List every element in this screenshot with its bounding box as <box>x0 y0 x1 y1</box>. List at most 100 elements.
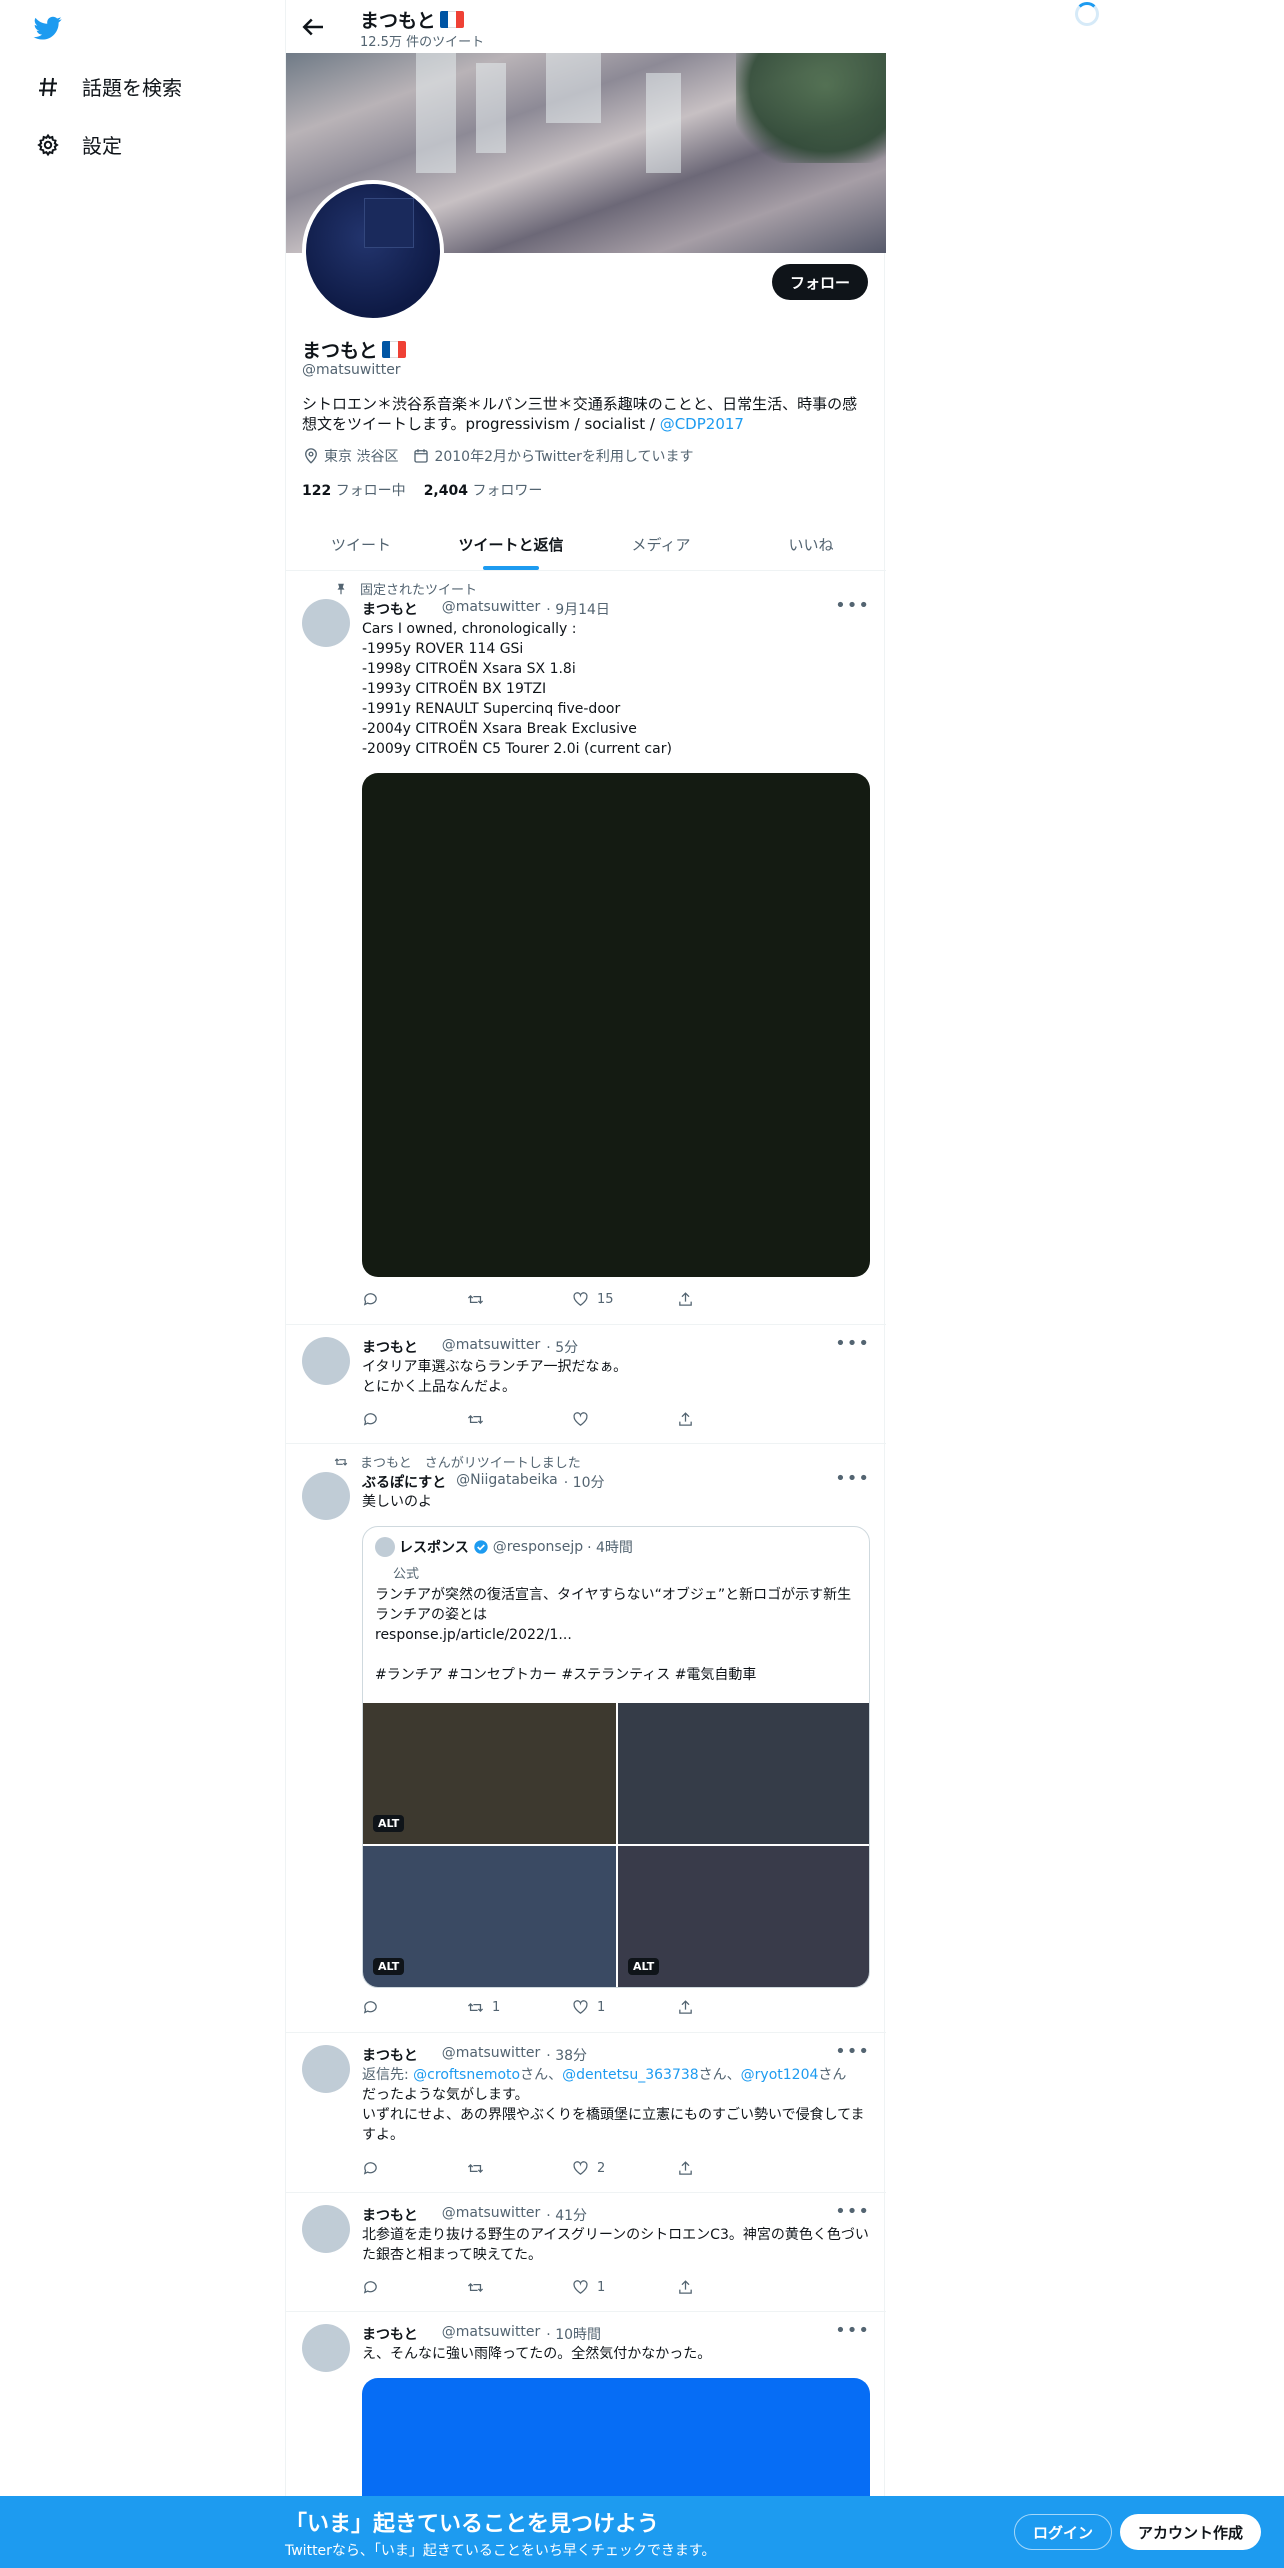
tweet[interactable]: 固定されたツイート まつもと @matsuwitter · 9月14日 ••• … <box>286 571 886 1325</box>
nav-explore[interactable]: 話題を検索 <box>36 72 182 101</box>
signup-banner: 「いま」起きていることを見つけよう Twitterなら、「いま」起きていることを… <box>0 2496 1284 2568</box>
tweet-time[interactable]: · 5分 <box>546 1337 578 1357</box>
media-image[interactable]: ALT <box>618 1846 869 1987</box>
tab-tweets[interactable]: ツイート <box>286 518 436 570</box>
quote-tweet[interactable]: レスポンス @responsejp · 4時間 公式 ランチアが突然の復活宣言、… <box>362 1526 870 1988</box>
tweet-time[interactable]: · 9月14日 <box>546 599 610 619</box>
profile-avatar[interactable] <box>302 180 444 322</box>
back-arrow-icon[interactable] <box>298 12 328 42</box>
loading-spinner-icon <box>1075 2 1099 26</box>
following-link[interactable]: 122 フォロー中 <box>302 480 406 500</box>
nav-settings[interactable]: 設定 <box>36 130 122 159</box>
author-handle[interactable]: @matsuwitter <box>442 599 541 619</box>
tweet-time[interactable]: · 38分 <box>546 2045 587 2065</box>
tweet-time[interactable]: · 10分 <box>564 1472 605 1492</box>
alt-badge[interactable]: ALT <box>628 1958 660 1975</box>
more-icon[interactable]: ••• <box>835 2320 870 2341</box>
reply-button[interactable] <box>362 2160 467 2177</box>
tweet[interactable]: まつもと @matsuwitter · 5分 ••• イタリア車選ぶならランチア… <box>286 1325 886 1444</box>
retweet-button[interactable] <box>467 2279 572 2296</box>
reply-mention-link[interactable]: @dentetsu_363738 <box>562 2067 699 2083</box>
pin-icon <box>337 583 345 594</box>
alt-badge[interactable]: ALT <box>373 1815 405 1832</box>
heart-icon <box>573 1412 588 1426</box>
tweet-time[interactable]: · 10時間 <box>546 2324 601 2344</box>
profile-stats: 122 フォロー中 2,404 フォロワー <box>302 480 542 500</box>
login-button[interactable]: ログイン <box>1014 2514 1113 2550</box>
more-icon[interactable]: ••• <box>835 2041 870 2062</box>
join-date: 2010年2月からTwitterを利用しています <box>412 446 694 466</box>
tweet-actions <box>362 1411 782 1428</box>
context-text[interactable]: まつもと さんがリツイートしました <box>360 1452 581 1471</box>
author-handle[interactable]: @matsuwitter <box>442 2324 541 2344</box>
author-handle[interactable]: @Niigatabeika <box>456 1472 558 1492</box>
heart-icon <box>573 2280 588 2294</box>
more-icon[interactable]: ••• <box>835 595 870 616</box>
tab-likes[interactable]: いいね <box>736 518 886 570</box>
tweet[interactable]: まつもと @matsuwitter · 41分 ••• 北参道を走り抜ける野生の… <box>286 2193 886 2312</box>
more-icon[interactable]: ••• <box>835 1333 870 1354</box>
author-name[interactable]: まつもと <box>362 2324 418 2344</box>
more-icon[interactable]: ••• <box>835 2201 870 2222</box>
avatar[interactable] <box>302 2324 350 2372</box>
tweet-time[interactable]: · 41分 <box>546 2205 587 2225</box>
retweet-button[interactable] <box>467 1411 572 1428</box>
profile-column: まつもと 12.5万 件のツイート フォロー まつもと @matsuwitter… <box>285 0 886 2568</box>
avatar[interactable] <box>302 2205 350 2253</box>
signup-button[interactable]: アカウント作成 <box>1120 2514 1262 2550</box>
like-button[interactable]: 15 <box>572 1291 677 1308</box>
followers-link[interactable]: 2,404 フォロワー <box>424 480 543 500</box>
avatar[interactable] <box>302 2045 350 2093</box>
retweet-button[interactable] <box>467 1291 572 1308</box>
author-handle[interactable]: @matsuwitter <box>442 1337 541 1357</box>
like-button[interactable] <box>572 1411 677 1428</box>
share-button[interactable] <box>677 1999 782 2016</box>
verified-badge-icon <box>474 1540 488 1554</box>
tweet[interactable]: まつもと さんがリツイートしました ぶるぽにすと @Niigatabeika ·… <box>286 1444 886 2033</box>
reply-button[interactable] <box>362 1999 467 2016</box>
media-image[interactable] <box>618 1703 869 1844</box>
twitter-logo-icon[interactable] <box>32 14 64 42</box>
avatar[interactable] <box>302 1337 350 1385</box>
author-name[interactable]: ぶるぽにすと <box>362 1472 446 1492</box>
author-name[interactable]: まつもと <box>362 2205 418 2225</box>
retweet-context: まつもと さんがリツイートしました <box>334 1452 581 1471</box>
share-button[interactable] <box>677 2279 782 2296</box>
like-button[interactable]: 1 <box>572 1999 677 2016</box>
author-name[interactable]: まつもと <box>362 2045 418 2065</box>
like-count: 2 <box>597 2161 606 2176</box>
follow-button[interactable]: フォロー <box>771 264 868 300</box>
reply-mention-link[interactable]: @croftsnemoto <box>413 2067 520 2083</box>
reply-mention-link[interactable]: @ryot1204 <box>741 2067 819 2083</box>
avatar[interactable] <box>302 599 350 647</box>
reply-button[interactable] <box>362 1411 467 1428</box>
reply-suffix: さん <box>818 2067 847 2083</box>
reply-prefix: 返信先: <box>362 2067 414 2083</box>
author-handle[interactable]: @matsuwitter <box>442 2205 541 2225</box>
retweet-button[interactable]: 1 <box>467 1999 572 2016</box>
more-icon[interactable]: ••• <box>835 1468 870 1489</box>
avatar[interactable] <box>302 1472 350 1520</box>
media-image[interactable]: ALT <box>363 1703 616 1844</box>
share-button[interactable] <box>677 2160 782 2177</box>
tab-tweets-and-replies[interactable]: ツイートと返信 <box>436 518 586 570</box>
tab-media[interactable]: メディア <box>586 518 736 570</box>
media-image[interactable]: ALT <box>363 1846 616 1987</box>
reply-icon <box>363 2281 377 2294</box>
tweet-media[interactable] <box>362 773 870 1277</box>
like-button[interactable]: 1 <box>572 2279 677 2296</box>
followers-label: フォロワー <box>472 483 543 499</box>
author-name[interactable]: まつもと <box>362 1337 418 1357</box>
author-handle[interactable]: @matsuwitter <box>442 2045 541 2065</box>
share-button[interactable] <box>677 1291 782 1308</box>
reply-button[interactable] <box>362 1291 467 1308</box>
alt-badge[interactable]: ALT <box>373 1958 405 1975</box>
like-button[interactable]: 2 <box>572 2160 677 2177</box>
share-button[interactable] <box>677 1411 782 1428</box>
retweet-button[interactable] <box>467 2160 572 2177</box>
author-name[interactable]: まつもと <box>362 599 418 619</box>
reply-button[interactable] <box>362 2279 467 2296</box>
tweet[interactable]: まつもと @matsuwitter · 38分 ••• 返信先: @crofts… <box>286 2033 886 2193</box>
bio-mention-link[interactable]: @CDP2017 <box>660 415 744 433</box>
banner-title: 「いま」起きていることを見つけよう <box>285 2512 660 2537</box>
